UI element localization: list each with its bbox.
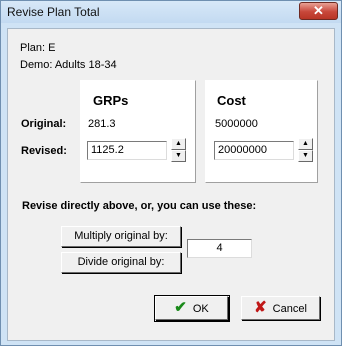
grps-spin-down-icon[interactable]: ▼ <box>171 150 186 162</box>
check-icon: ✔ <box>174 299 187 316</box>
factor-input[interactable]: 4 <box>187 239 252 258</box>
x-icon: ✘ <box>254 299 267 316</box>
original-row-label: Original: <box>21 118 67 130</box>
close-button[interactable]: ✕ <box>299 2 338 20</box>
cost-spin-down-icon[interactable]: ▼ <box>298 150 313 162</box>
revised-row-label: Revised: <box>21 145 67 157</box>
cancel-button-label: Cancel <box>272 303 307 315</box>
cancel-button[interactable]: ✘ Cancel <box>241 296 320 320</box>
grps-spinner[interactable]: ▲ ▼ <box>171 138 186 162</box>
cost-spin-up-icon[interactable]: ▲ <box>298 138 313 150</box>
grps-header: GRPs <box>93 93 129 108</box>
window-title: Revise Plan Total <box>7 5 100 19</box>
instruction-text: Revise directly above, or, you can use t… <box>22 200 257 212</box>
title-bar[interactable]: Revise Plan Total ✕ <box>1 1 341 23</box>
ok-button-label: OK <box>192 303 209 315</box>
cost-revised-input[interactable]: 20000000 <box>214 141 294 160</box>
dialog-window: Revise Plan Total ✕ Plan: E Demo: Adults… <box>0 0 342 346</box>
plan-label: Plan: E <box>20 42 56 54</box>
cost-header: Cost <box>217 93 246 108</box>
multiply-button[interactable]: Multiply original by: <box>61 226 181 247</box>
grps-original-value: 281.3 <box>88 118 116 130</box>
cost-original-value: 5000000 <box>215 118 258 130</box>
grps-spin-up-icon[interactable]: ▲ <box>171 138 186 150</box>
cost-spinner[interactable]: ▲ ▼ <box>298 138 313 162</box>
ok-button[interactable]: ✔ OK <box>155 296 228 320</box>
demo-label: Demo: Adults 18-34 <box>20 59 117 71</box>
close-icon: ✕ <box>313 3 324 18</box>
grps-revised-input[interactable]: 1125.2 <box>87 141 167 160</box>
dialog-body: Plan: E Demo: Adults 18-34 GRPs Cost Ori… <box>7 28 335 341</box>
divide-button[interactable]: Divide original by: <box>61 252 181 273</box>
